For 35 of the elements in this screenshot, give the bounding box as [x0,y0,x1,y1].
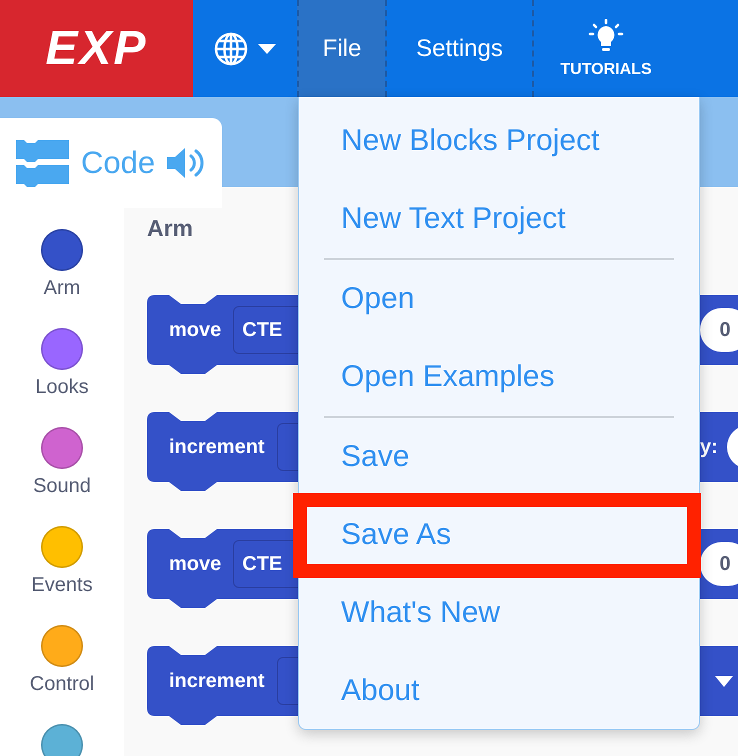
menu-item[interactable]: What's New [341,596,500,630]
caret-icon[interactable] [715,676,733,686]
menu-item[interactable]: Save [341,440,410,474]
category-dot[interactable] [41,427,83,469]
menu-item[interactable]: New Text Project [341,202,566,236]
block-label: y: [700,436,718,458]
lightbulb-icon [588,18,624,52]
block-label: increment [169,436,265,458]
number-input[interactable]: 0 [700,542,738,586]
blocks-icon [14,138,71,188]
palette-title: Arm [147,215,194,243]
caret-icon [258,44,276,54]
category-dot[interactable] [41,625,83,667]
block-label: move [169,552,222,576]
menu-item[interactable]: New Blocks Project [341,124,600,158]
globe-icon [214,32,248,66]
category-label[interactable]: Control [30,673,94,696]
category-label[interactable]: Sound [33,475,91,498]
category-label[interactable]: Arm [44,277,80,300]
category-dot[interactable] [41,526,83,568]
block-label: move [169,318,222,342]
category-dot[interactable] [41,328,83,370]
menu-item[interactable]: Open [341,282,414,316]
menu-item[interactable]: Save As [341,518,452,552]
number-input[interactable]: 0 [700,308,738,352]
logo: EXP [45,21,148,76]
category-label[interactable]: Events [31,574,93,597]
category-label[interactable]: Looks [35,376,89,399]
block-label: increment [169,670,265,692]
speaker-icon [165,146,206,180]
menu-item[interactable]: About [341,674,420,708]
menu-button[interactable]: File [297,0,385,97]
category-dot[interactable] [41,229,83,271]
category-dot[interactable] [41,724,83,756]
menu-item[interactable]: Open Examples [341,360,554,394]
